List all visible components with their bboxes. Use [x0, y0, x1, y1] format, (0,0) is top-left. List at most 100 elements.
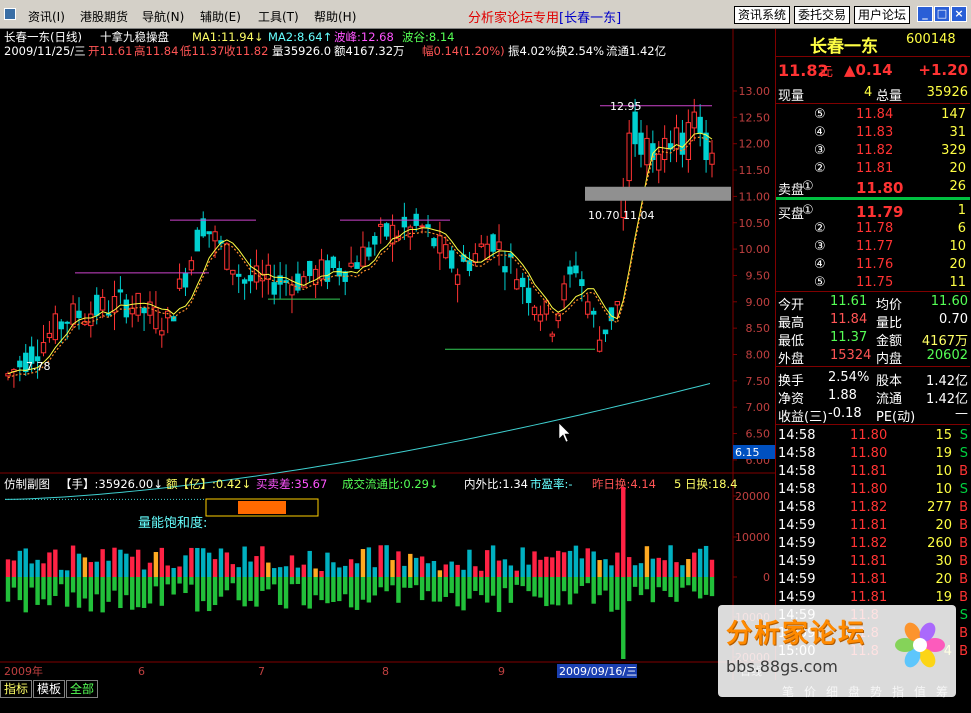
- candle-body: [579, 279, 585, 287]
- volume-bar: [366, 547, 372, 577]
- minimize-icon[interactable]: _: [917, 6, 933, 22]
- price-axis-label: 10.00: [739, 243, 771, 256]
- volume-bar: [53, 577, 58, 596]
- candle-body: [602, 329, 609, 335]
- volume-bar: [307, 550, 312, 577]
- tick-row: 14:58 11.80 10 S: [776, 481, 970, 499]
- stat-value: 11.84: [830, 312, 868, 327]
- bid-price: 11.77: [856, 239, 894, 254]
- candle-body: [378, 223, 384, 227]
- volume-bar: [41, 563, 46, 577]
- volume-bar: [597, 560, 602, 577]
- tick-side: B: [959, 500, 968, 515]
- menu-item-tools[interactable]: 工具(T): [258, 8, 299, 25]
- candle-body: [567, 266, 573, 275]
- mid-annotation: 10.70: [588, 209, 620, 222]
- volume-axis-label: 0: [763, 571, 770, 584]
- volume-bar: [443, 577, 448, 597]
- volume-bar: [490, 545, 496, 577]
- volume-bar: [425, 563, 431, 577]
- kline-chart-svg[interactable]: 长春一东(日线) 十拿九稳操盘 MA1:11.94↓ MA2:8.64↑ 波峰:12.6…: [0, 29, 775, 680]
- ask-price: 11.84: [856, 107, 894, 122]
- volume-bar: [419, 556, 425, 577]
- volume-bar: [283, 577, 289, 609]
- volume-saturation-label: 量能饱和度:: [138, 515, 207, 531]
- tab-template[interactable]: 模板: [33, 680, 66, 698]
- volume-bar: [692, 552, 697, 577]
- tab-indicator[interactable]: 指标: [0, 680, 33, 698]
- menu-item-hk-futures[interactable]: 港股期货: [80, 8, 128, 25]
- menu-item-info[interactable]: 资讯(I): [28, 8, 65, 25]
- ask-level: ④: [814, 125, 826, 140]
- total-volume: 35926: [926, 85, 968, 100]
- ask-level: ②: [814, 161, 826, 176]
- volume-bar: [206, 552, 212, 577]
- candle-body: [265, 264, 272, 280]
- volume-bar: [449, 577, 454, 594]
- header-bar-item: 量35926.0: [272, 44, 331, 58]
- candle-body: [206, 231, 212, 235]
- volume-bar: [94, 561, 99, 577]
- volume-bar: [343, 565, 348, 577]
- menu-item-help[interactable]: 帮助(H): [314, 8, 356, 25]
- bid-row: 买盘 ① 11.79 1: [776, 202, 970, 222]
- app-icon[interactable]: [4, 8, 16, 20]
- bid-volume: 1: [957, 203, 966, 218]
- candle-body: [46, 332, 53, 339]
- volume-bar: [390, 560, 395, 577]
- volume-bar: [573, 545, 579, 577]
- volume-bar: [490, 577, 496, 596]
- price-axis-label: 7.00: [746, 401, 771, 414]
- bid-level: ③: [814, 239, 826, 254]
- tab-all[interactable]: 全部: [66, 680, 99, 698]
- volume-bar: [502, 559, 508, 577]
- volume-bar: [165, 577, 170, 585]
- forum-watermark: 分析家论坛 bbs.88gs.com: [718, 605, 956, 697]
- volume-bar: [638, 563, 644, 577]
- stat-row: 外盘 15324 内盘 20602: [776, 347, 970, 367]
- header-item: MA2:8.64↑: [268, 30, 332, 44]
- volume-bar: [277, 577, 283, 605]
- ask-level: ①: [802, 179, 814, 194]
- kline-chart-panel[interactable]: 长春一东(日线) 十拿九稳操盘 MA1:11.94↓ MA2:8.64↑ 波峰:12.6…: [0, 29, 775, 680]
- volume-bar: [218, 548, 224, 577]
- volume-bar: [130, 577, 135, 610]
- restore-icon[interactable]: □: [934, 6, 950, 22]
- volume-bar: [408, 553, 413, 577]
- volume-bar: [479, 570, 484, 577]
- candle-body: [632, 111, 638, 145]
- bid-price: 11.76: [856, 257, 894, 272]
- volume-bar: [266, 562, 271, 577]
- volume-bar: [206, 577, 212, 612]
- ask-price: 11.82: [856, 143, 894, 158]
- price-axis-label: 9.50: [746, 269, 771, 282]
- price-axis-label: 11.00: [739, 190, 771, 203]
- user-forum-button[interactable]: 用户论坛: [854, 6, 911, 24]
- volume-bar: [414, 557, 419, 577]
- volume-bar: [579, 577, 585, 586]
- menu-item-navigate[interactable]: 导航(N): [142, 8, 184, 25]
- volume-bar: [313, 568, 318, 577]
- candle-body: [478, 243, 484, 247]
- close-icon[interactable]: ×: [951, 6, 967, 22]
- volume-bar: [550, 557, 555, 577]
- tick-volume: 20: [935, 572, 952, 587]
- volume-bar: [573, 577, 579, 594]
- volume-bar: [538, 559, 543, 577]
- mid2-annotation: 11.04: [623, 209, 655, 222]
- volume-bar: [544, 556, 549, 577]
- volume-bar: [532, 577, 537, 597]
- candle-body: [165, 310, 171, 319]
- header-bar-item: 高11.84: [134, 44, 178, 58]
- volume-bar: [473, 566, 478, 577]
- volume-bar: [680, 577, 685, 588]
- menu-item-assist[interactable]: 辅助(E): [200, 8, 241, 25]
- info-system-button[interactable]: 资讯系统: [734, 6, 791, 24]
- ask-level: ③: [814, 143, 826, 158]
- price-row: 11.82 元 ▲0.14 +1.20: [776, 60, 970, 80]
- entrust-trade-button[interactable]: 委托交易: [794, 6, 851, 24]
- sell-label: 卖盘: [778, 183, 805, 198]
- tick-row: 14:59 11.81 30 B: [776, 553, 970, 571]
- candle-body: [531, 306, 538, 316]
- volume-bar: [171, 577, 176, 595]
